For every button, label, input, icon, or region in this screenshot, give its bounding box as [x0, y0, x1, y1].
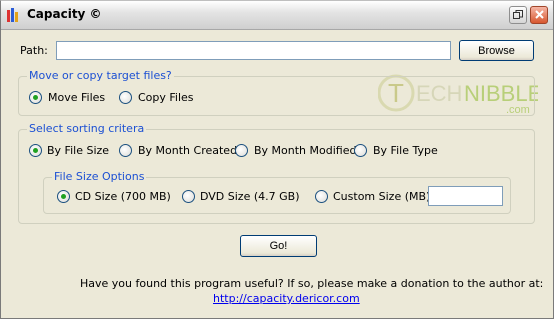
donation-link[interactable]: http://capacity.dericor.com [213, 292, 360, 305]
by-file-size-label[interactable]: By File Size [47, 144, 109, 157]
app-icon [7, 8, 21, 22]
close-icon [534, 10, 544, 19]
file-size-options-legend: File Size Options [52, 170, 147, 183]
by-month-modified-radio[interactable] [235, 144, 248, 157]
by-file-type-label[interactable]: By File Type [373, 144, 438, 157]
copy-files-radio[interactable] [119, 91, 132, 104]
go-button[interactable]: Go! [240, 235, 317, 257]
custom-size-radio[interactable] [315, 190, 328, 203]
by-month-created-label[interactable]: By Month Created [138, 144, 237, 157]
by-month-created-radio[interactable] [119, 144, 132, 157]
copy-files-label[interactable]: Copy Files [138, 91, 194, 104]
by-file-type-radio[interactable] [354, 144, 367, 157]
sort-group-legend: Select sorting critera [27, 122, 147, 135]
capacity-window: Capacity © Path: Browse T ECH NIBBLE .co… [0, 0, 554, 319]
dvd-size-radio[interactable] [182, 190, 195, 203]
target-group-legend: Move or copy target files? [27, 69, 174, 82]
custom-size-input[interactable] [428, 186, 503, 206]
dvd-size-label[interactable]: DVD Size (4.7 GB) [200, 190, 300, 203]
path-label: Path: [20, 44, 48, 57]
cd-size-label[interactable]: CD Size (700 MB) [75, 190, 171, 203]
donation-message: Have you found this program useful? If s… [80, 277, 544, 290]
window-title: Capacity © [27, 7, 102, 21]
restore-button[interactable] [509, 6, 527, 24]
restore-icon [513, 10, 523, 19]
cd-size-radio[interactable] [57, 190, 70, 203]
custom-size-label[interactable]: Custom Size (MB) [333, 190, 430, 203]
move-files-label[interactable]: Move Files [48, 91, 105, 104]
path-input[interactable] [56, 41, 451, 60]
browse-button[interactable]: Browse [459, 40, 534, 61]
by-month-modified-label[interactable]: By Month Modified [254, 144, 356, 157]
title-bar[interactable]: Capacity © [1, 1, 553, 30]
close-button[interactable] [530, 6, 548, 24]
move-files-radio[interactable] [29, 91, 42, 104]
by-file-size-radio[interactable] [29, 144, 42, 157]
